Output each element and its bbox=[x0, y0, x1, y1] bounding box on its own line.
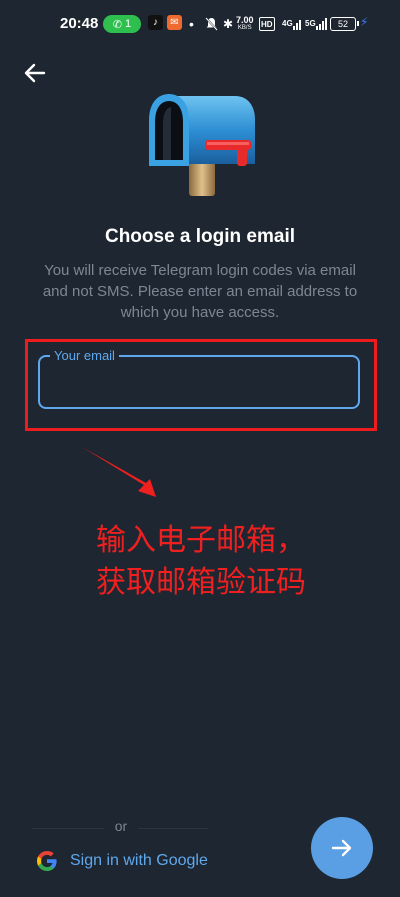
hd-icon: HD bbox=[259, 17, 275, 31]
status-time: 20:48 bbox=[60, 15, 99, 32]
mute-icon bbox=[205, 15, 218, 32]
annotation-text: 输入电子邮箱， 获取邮箱验证码 bbox=[96, 520, 306, 604]
battery-icon: 52 bbox=[330, 17, 359, 31]
battery-level: 52 bbox=[337, 19, 348, 29]
arrow-left-icon bbox=[24, 63, 46, 83]
annotation-line-2: 获取邮箱验证码 bbox=[96, 566, 306, 599]
back-button[interactable] bbox=[20, 58, 50, 88]
google-logo-icon bbox=[37, 851, 57, 871]
phone-icon: ✆ bbox=[112, 18, 123, 31]
email-field[interactable] bbox=[38, 355, 360, 409]
status-bar: 20:48 ✆ 1 ♪ ✉ • ✱ 7.00 KB/S HD 4G 5G 52 … bbox=[0, 0, 400, 50]
arrow-right-icon bbox=[331, 839, 352, 857]
divider-line-left bbox=[32, 828, 104, 829]
or-divider: or bbox=[32, 818, 208, 838]
or-text: or bbox=[114, 818, 128, 834]
charging-icon: ⚡ bbox=[360, 15, 369, 29]
app-notification-icon: ✉ bbox=[167, 15, 182, 30]
google-sign-in-button[interactable]: Sign in with Google bbox=[36, 848, 208, 874]
dot-icon: • bbox=[189, 15, 194, 32]
tiktok-icon: ♪ bbox=[148, 15, 163, 30]
signal-5g-icon: 5G bbox=[305, 15, 328, 32]
email-field-label: Your email bbox=[50, 348, 119, 363]
signal-4g-icon: 4G bbox=[282, 15, 303, 32]
annotation-line-1: 输入电子邮箱， bbox=[96, 524, 306, 557]
page-description: You will receive Telegram login codes vi… bbox=[42, 262, 358, 321]
page-title: Choose a login email bbox=[104, 226, 296, 247]
call-indicator: ✆ 1 bbox=[103, 15, 141, 33]
annotation-arrow-icon bbox=[80, 445, 160, 506]
google-sign-in-label: Sign in with Google bbox=[70, 852, 208, 869]
mailbox-icon bbox=[145, 90, 257, 198]
next-button[interactable] bbox=[311, 817, 373, 879]
divider-line-right bbox=[138, 828, 208, 829]
bluetooth-icon: ✱ bbox=[223, 16, 234, 31]
email-input[interactable] bbox=[52, 367, 352, 399]
call-count: 1 bbox=[125, 18, 132, 30]
net-speed: 7.00 KB/S bbox=[236, 14, 254, 31]
